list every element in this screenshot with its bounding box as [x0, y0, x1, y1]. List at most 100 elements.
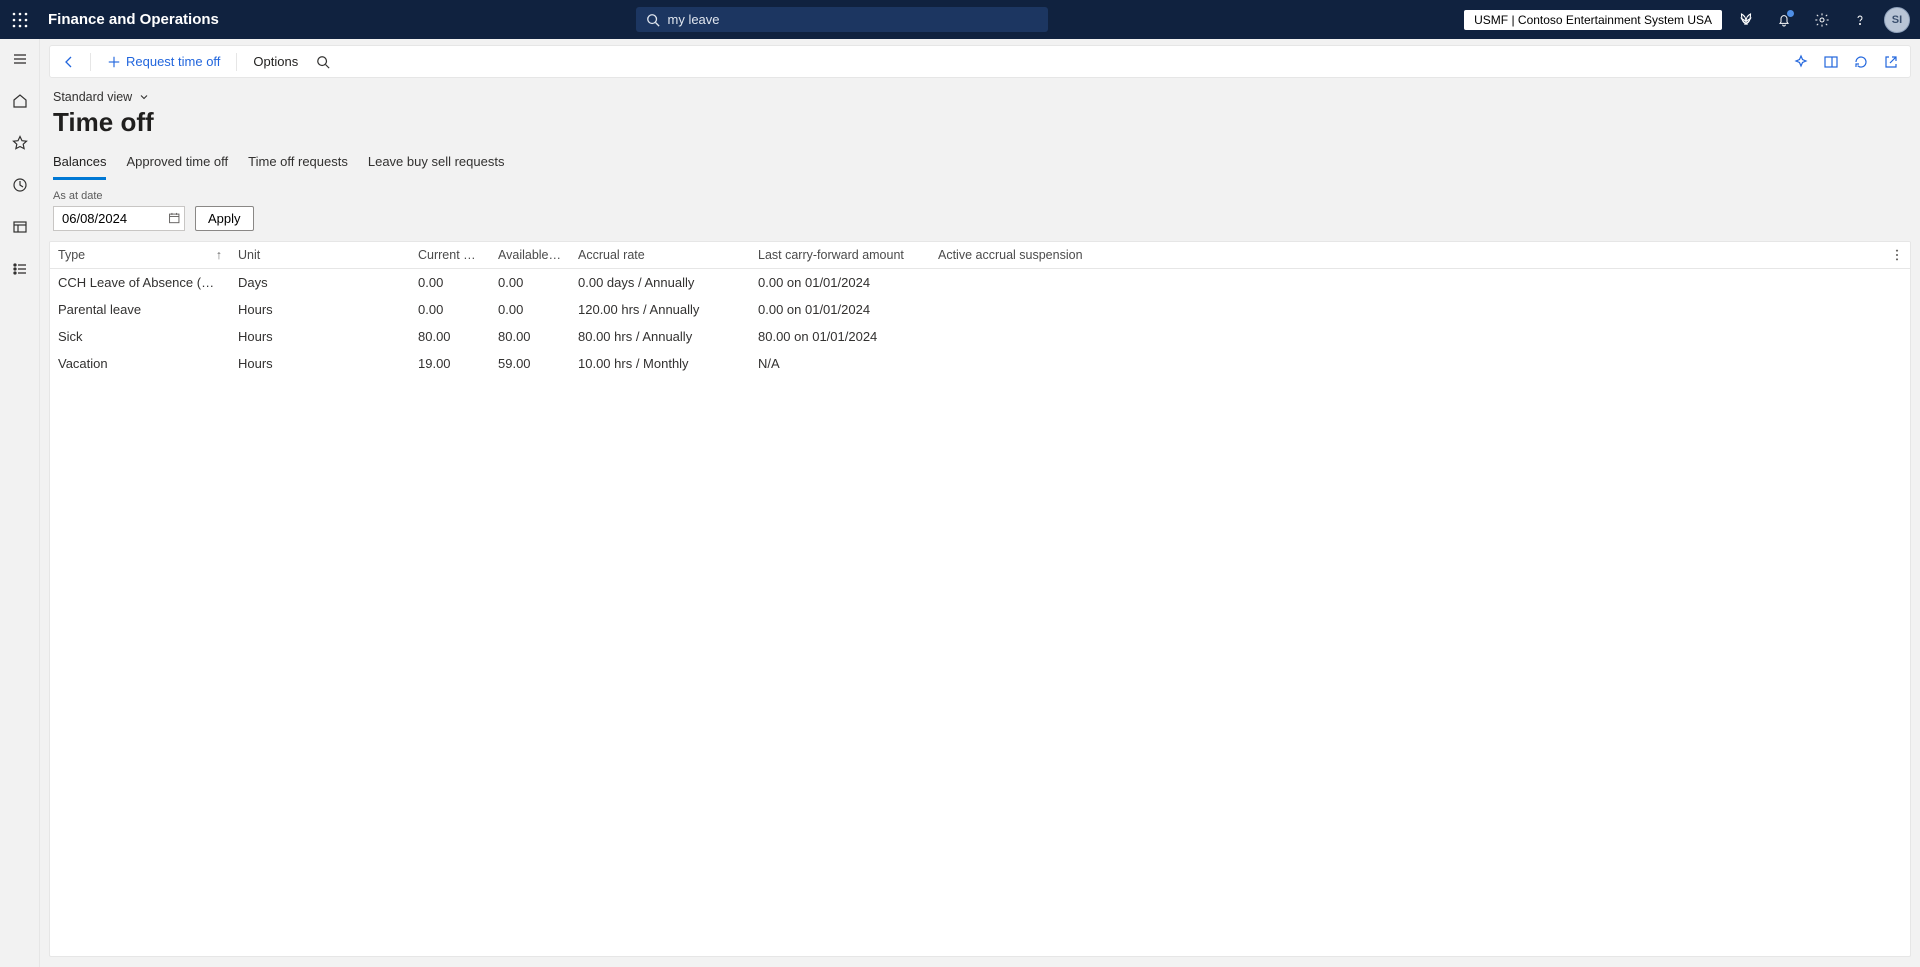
- col-suspension[interactable]: Active accrual suspension: [930, 242, 1882, 269]
- rail-workspaces-button[interactable]: [8, 215, 32, 239]
- as-at-date-input[interactable]: [60, 210, 168, 227]
- page-title: Time off: [53, 108, 1911, 138]
- settings-button[interactable]: [1808, 6, 1836, 34]
- notifications-button[interactable]: [1770, 6, 1798, 34]
- table-row[interactable]: Vacation Hours 19.00 59.00 10.00 hrs / M…: [50, 350, 1910, 377]
- cell-type: Parental leave: [50, 296, 230, 323]
- cell-type: CCH Leave of Absence (Unpaid): [50, 268, 230, 296]
- refresh-icon: [1853, 54, 1869, 70]
- left-nav-rail: [0, 39, 40, 967]
- cell-available: 0.00: [490, 296, 570, 323]
- cell-available: 80.00: [490, 323, 570, 350]
- cell-available: 59.00: [490, 350, 570, 377]
- col-type[interactable]: Type ↑: [50, 242, 230, 269]
- chevron-down-icon: [138, 91, 150, 103]
- clock-icon: [12, 177, 28, 193]
- home-icon: [12, 93, 28, 109]
- cell-accrual: 0.00 days / Annually: [570, 268, 750, 296]
- sort-asc-icon: ↑: [216, 248, 222, 262]
- rail-modules-button[interactable]: [8, 257, 32, 281]
- cell-type: Vacation: [50, 350, 230, 377]
- cell-unit: Days: [230, 268, 410, 296]
- cell-accrual: 120.00 hrs / Annually: [570, 296, 750, 323]
- col-accrual-rate[interactable]: Accrual rate: [570, 242, 750, 269]
- cell-current: 80.00: [410, 323, 490, 350]
- back-button[interactable]: [56, 49, 82, 75]
- cell-current: 0.00: [410, 268, 490, 296]
- col-available-balance[interactable]: Available bala...: [490, 242, 570, 269]
- side-panel-icon: [1823, 54, 1839, 70]
- cell-carry: 0.00 on 01/01/2024: [750, 296, 930, 323]
- cell-unit: Hours: [230, 296, 410, 323]
- notifications-badge: [1786, 9, 1795, 18]
- cell-suspension: [930, 323, 1882, 350]
- options-label: Options: [253, 54, 298, 69]
- side-panel-button[interactable]: [1818, 49, 1844, 75]
- cell-carry: 80.00 on 01/01/2024: [750, 323, 930, 350]
- waffle-icon: [12, 12, 28, 28]
- gear-icon: [1814, 12, 1830, 28]
- form-search-button[interactable]: [310, 49, 336, 75]
- arrow-left-icon: [61, 54, 77, 70]
- cell-accrual: 10.00 hrs / Monthly: [570, 350, 750, 377]
- search-icon: [646, 13, 660, 27]
- col-current-balance[interactable]: Current balance: [410, 242, 490, 269]
- tab-strip: Balances Approved time off Time off requ…: [49, 148, 1911, 180]
- table-row[interactable]: Parental leave Hours 0.00 0.00 120.00 hr…: [50, 296, 1910, 323]
- as-at-date-label: As at date: [53, 190, 185, 202]
- help-icon: [1852, 12, 1868, 28]
- col-type-label: Type: [58, 248, 85, 262]
- tab-time-off-requests[interactable]: Time off requests: [248, 148, 348, 180]
- popout-icon: [1883, 54, 1899, 70]
- refresh-button[interactable]: [1848, 49, 1874, 75]
- rail-recent-button[interactable]: [8, 173, 32, 197]
- help-button[interactable]: [1846, 6, 1874, 34]
- table-row[interactable]: CCH Leave of Absence (Unpaid) Days 0.00 …: [50, 268, 1910, 296]
- col-carry-forward[interactable]: Last carry-forward amount: [750, 242, 930, 269]
- tab-leave-buy-sell[interactable]: Leave buy sell requests: [368, 148, 505, 180]
- balances-grid: Type ↑ Unit Current balance Available bal…: [49, 241, 1911, 957]
- table-header-row: Type ↑ Unit Current balance Available bal…: [50, 242, 1910, 269]
- apply-button[interactable]: Apply: [195, 206, 254, 231]
- view-name: Standard view: [53, 90, 132, 104]
- brand-title[interactable]: Finance and Operations: [48, 11, 219, 28]
- global-search[interactable]: [636, 7, 1048, 32]
- action-pane: Request time off Options: [49, 45, 1911, 78]
- rail-favorites-button[interactable]: [8, 131, 32, 155]
- legal-entity-picker[interactable]: USMF | Contoso Entertainment System USA: [1464, 10, 1722, 30]
- cell-type: Sick: [50, 323, 230, 350]
- hamburger-icon: [12, 51, 28, 67]
- cell-suspension: [930, 350, 1882, 377]
- popout-button[interactable]: [1878, 49, 1904, 75]
- user-avatar[interactable]: SI: [1884, 7, 1910, 33]
- search-icon: [316, 55, 330, 69]
- request-time-off-button[interactable]: Request time off: [99, 50, 228, 73]
- cell-suspension: [930, 268, 1882, 296]
- cell-unit: Hours: [230, 350, 410, 377]
- cell-current: 0.00: [410, 296, 490, 323]
- copilot-button[interactable]: [1732, 6, 1760, 34]
- more-vertical-icon: [1890, 248, 1904, 262]
- app-launcher-button[interactable]: [6, 6, 34, 34]
- divider: [236, 53, 237, 71]
- view-switcher[interactable]: Standard view: [53, 88, 150, 106]
- rail-home-button[interactable]: [8, 89, 32, 113]
- table-row[interactable]: Sick Hours 80.00 80.00 80.00 hrs / Annua…: [50, 323, 1910, 350]
- plus-icon: [107, 55, 121, 69]
- star-icon: [12, 135, 28, 151]
- cell-unit: Hours: [230, 323, 410, 350]
- options-button[interactable]: Options: [245, 50, 306, 73]
- as-at-date-field[interactable]: [53, 206, 185, 231]
- list-icon: [12, 261, 28, 277]
- copilot-panel-button[interactable]: [1788, 49, 1814, 75]
- cell-suspension: [930, 296, 1882, 323]
- grid-options-button[interactable]: [1882, 242, 1910, 269]
- rail-expand-button[interactable]: [8, 47, 32, 71]
- global-search-input[interactable]: [660, 11, 1038, 28]
- cell-accrual: 80.00 hrs / Annually: [570, 323, 750, 350]
- workspace-icon: [12, 219, 28, 235]
- col-unit[interactable]: Unit: [230, 242, 410, 269]
- calendar-icon[interactable]: [168, 211, 181, 225]
- tab-balances[interactable]: Balances: [53, 148, 106, 180]
- tab-approved-time-off[interactable]: Approved time off: [126, 148, 228, 180]
